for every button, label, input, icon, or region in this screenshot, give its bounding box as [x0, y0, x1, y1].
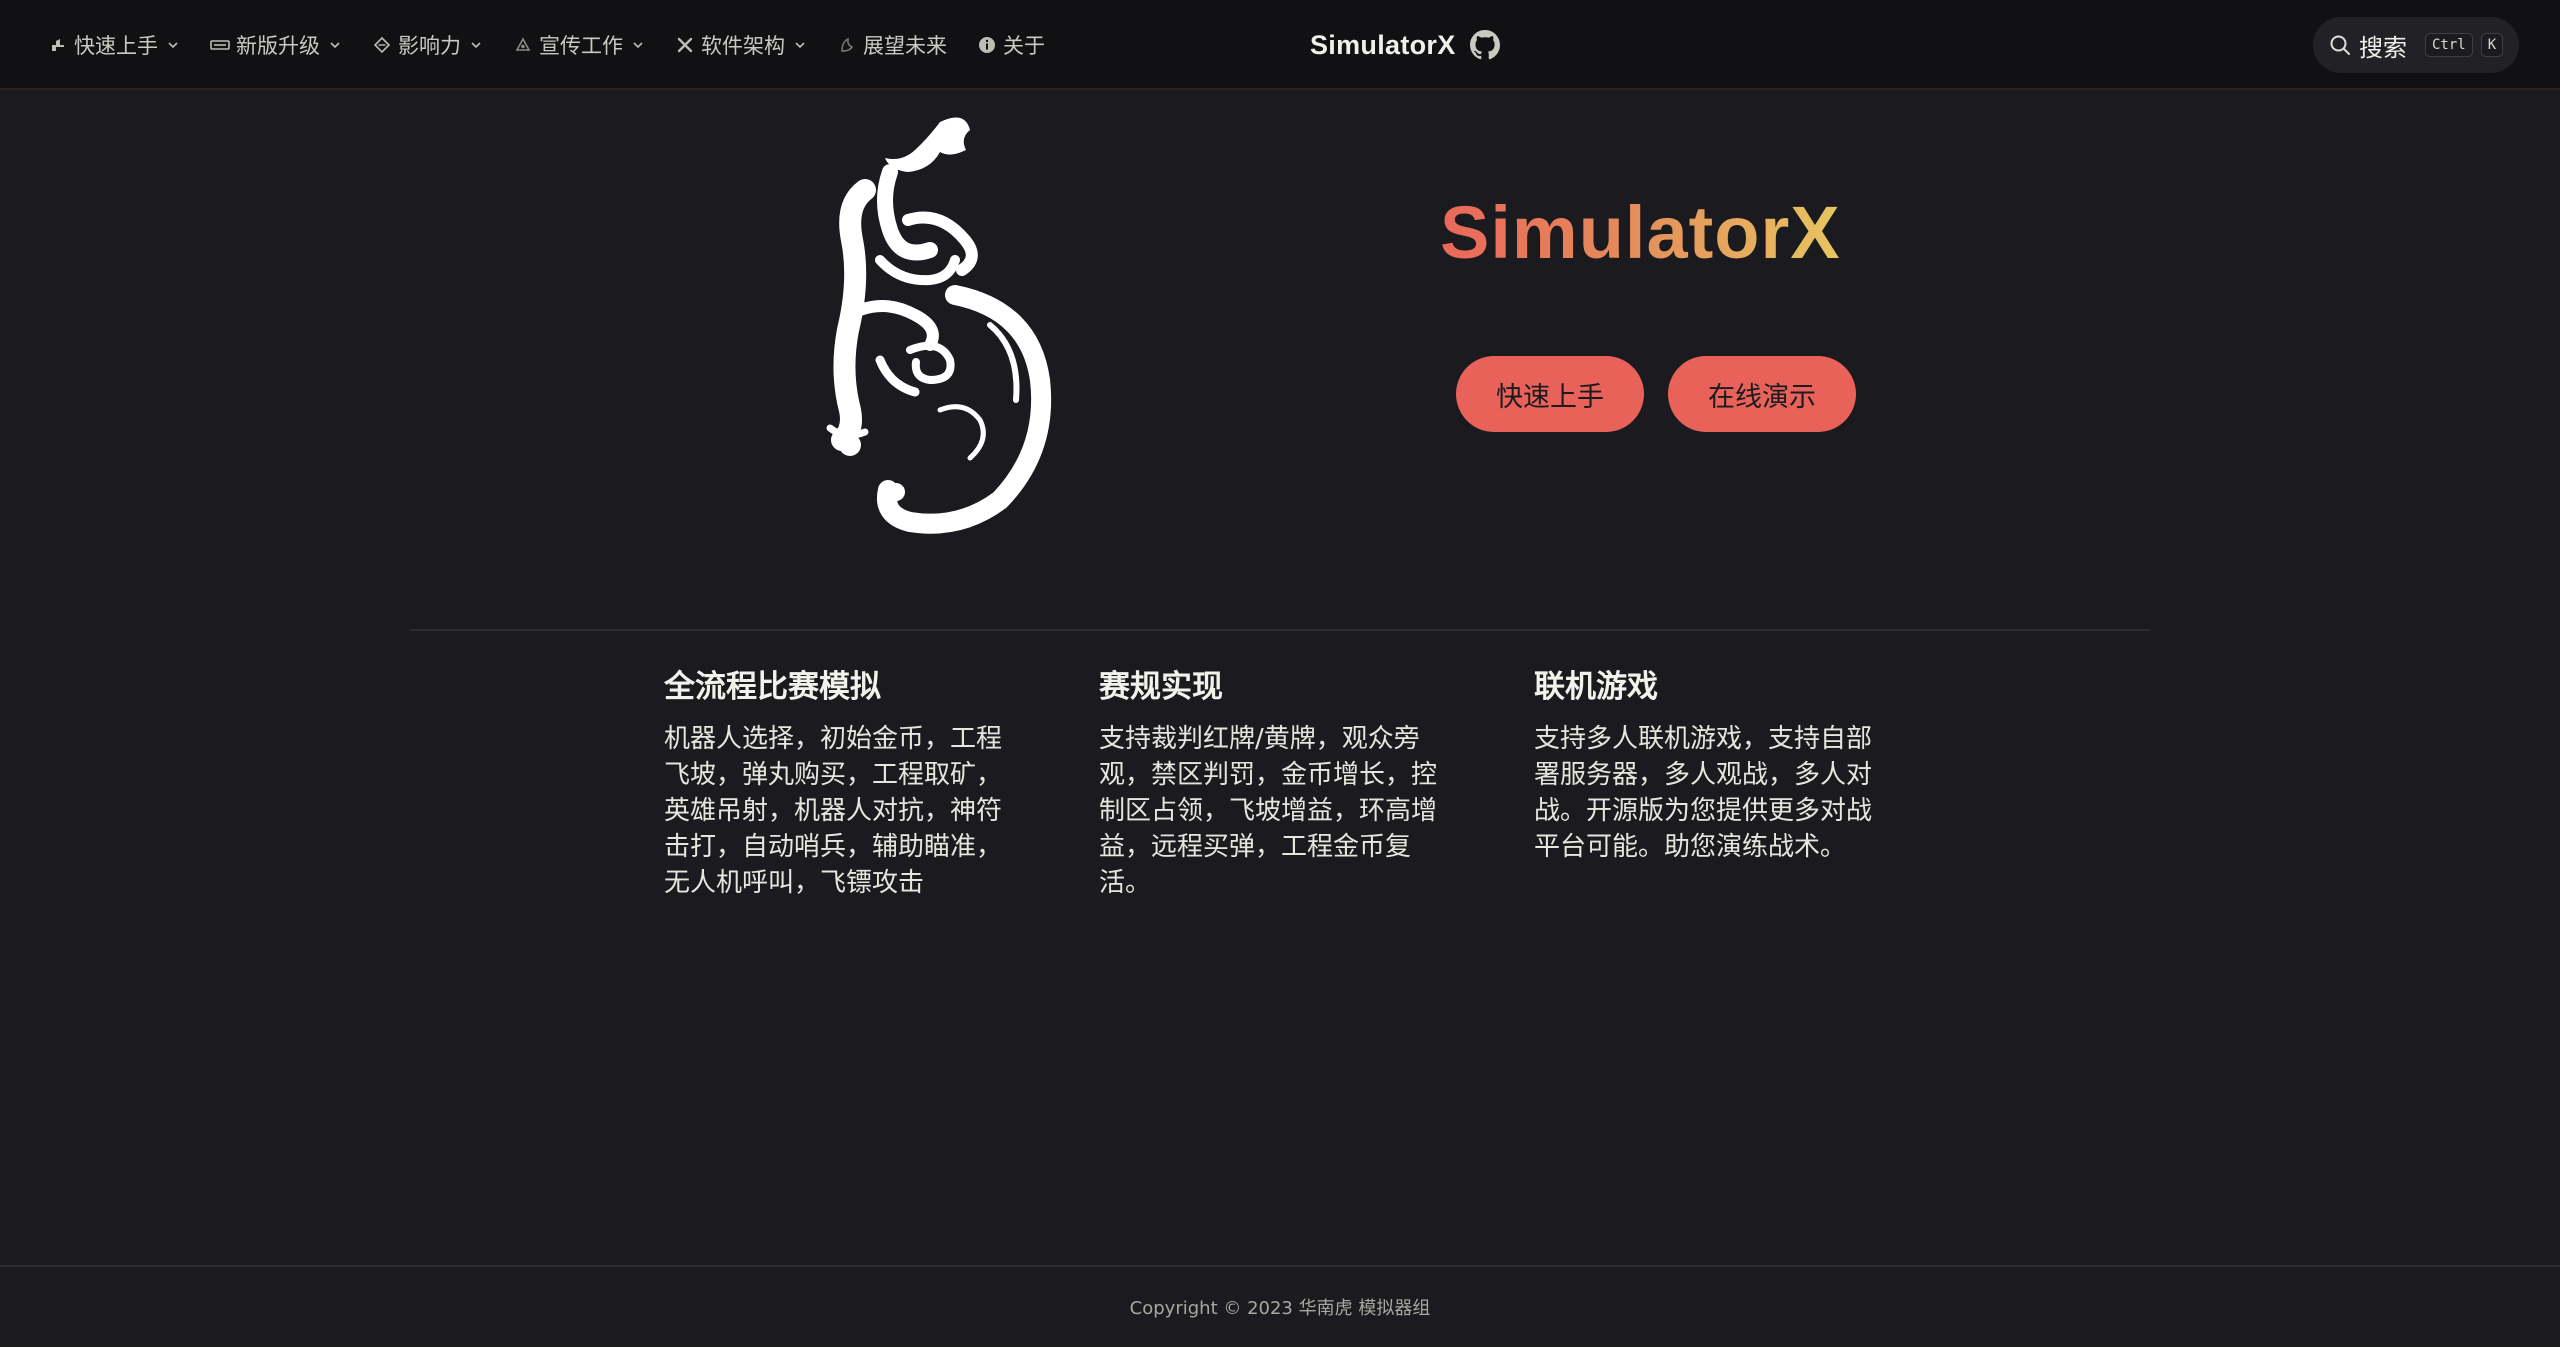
search-label: 搜索	[2359, 33, 2407, 62]
nav-item-label: 展望未来	[863, 34, 947, 58]
copyright-text: Copyright © 2023 华南虎 模拟器组	[1129, 1298, 1431, 1319]
brand-title[interactable]: SimulatorX	[1310, 30, 1456, 61]
nav-item-architecture[interactable]: 软件架构	[675, 30, 807, 60]
upgrade-icon	[210, 35, 230, 55]
feature-card: 赛规实现 支持裁判红牌/黄牌，观众旁观，禁区判罚，金币增长，控制区占领，飞坡增益…	[1099, 668, 1534, 901]
info-icon	[977, 35, 997, 55]
shortcut-key-ctrl: Ctrl	[2425, 33, 2473, 57]
nav-item-label: 软件架构	[701, 34, 785, 58]
nav-item-label: 影响力	[398, 34, 461, 58]
nav-item-promotion[interactable]: 宣传工作	[513, 30, 645, 60]
nav-item-label: 宣传工作	[539, 34, 623, 58]
feature-details: 机器人选择，初始金币，工程飞坡，弹丸购买，工程取矿，英雄吊射，机器人对抗，神符击…	[664, 723, 1003, 898]
nav-item-label: 新版升级	[236, 34, 320, 58]
feature-title: 赛规实现	[1099, 669, 1223, 705]
footer: Copyright © 2023 华南虎 模拟器组	[0, 1265, 2560, 1347]
nav-menu: 快速上手 新版升级 影响力 宣传工作 软件架构 展望未来 关于	[48, 0, 1045, 90]
feature-card: 全流程比赛模拟 机器人选择，初始金币，工程飞坡，弹丸购买，工程取矿，英雄吊射，机…	[664, 668, 1099, 901]
nav-item-future[interactable]: 展望未来	[837, 30, 947, 60]
section-divider	[410, 629, 2150, 631]
feature-card: 联机游戏 支持多人联机游戏，支持自部署服务器，多人观战，多人对战。开源版为您提供…	[1534, 668, 1969, 901]
feature-title: 全流程比赛模拟	[664, 669, 881, 705]
chevron-down-icon	[631, 38, 645, 52]
feature-details: 支持裁判红牌/黄牌，观众旁观，禁区判罚，金币增长，控制区占领，飞坡增益，环高增益…	[1099, 723, 1438, 898]
chevron-down-icon	[793, 38, 807, 52]
chevron-down-icon	[328, 38, 342, 52]
top-navbar: 快速上手 新版升级 影响力 宣传工作 软件架构 展望未来 关于 Simulato…	[0, 0, 2560, 90]
megaphone-icon	[513, 35, 533, 55]
nav-item-quick-start[interactable]: 快速上手	[48, 30, 180, 60]
tiger-calligraphy-logo	[790, 110, 1070, 550]
hero-actions: 快速上手 在线演示	[1456, 356, 1856, 432]
nav-item-upgrade[interactable]: 新版升级	[210, 30, 342, 60]
chevron-down-icon	[166, 38, 180, 52]
hero-title: SimulatorX	[1440, 191, 1841, 274]
features-section: 全流程比赛模拟 机器人选择，初始金币，工程飞坡，弹丸购买，工程取矿，英雄吊射，机…	[664, 668, 1969, 901]
nav-item-influence[interactable]: 影响力	[372, 30, 483, 60]
github-icon[interactable]	[1469, 30, 1500, 60]
nav-brand: SimulatorX	[1310, 0, 1500, 90]
online-demo-button[interactable]: 在线演示	[1668, 356, 1856, 432]
telescope-icon	[837, 35, 857, 55]
search-button[interactable]: 搜索 Ctrl K	[2313, 17, 2519, 73]
nav-item-about[interactable]: 关于	[977, 30, 1045, 60]
nav-item-label: 快速上手	[74, 34, 158, 58]
diamond-icon	[372, 35, 392, 55]
shortcut-key-k: K	[2480, 33, 2504, 57]
feature-title: 联机游戏	[1534, 669, 1658, 705]
rocket-icon	[48, 35, 68, 55]
chevron-down-icon	[469, 38, 483, 52]
search-icon	[2329, 34, 2351, 56]
feature-details: 支持多人联机游戏，支持自部署服务器，多人观战，多人对战。开源版为您提供更多对战平…	[1534, 723, 1873, 862]
tools-icon	[675, 35, 695, 55]
nav-item-label: 关于	[1003, 34, 1045, 58]
quick-start-button[interactable]: 快速上手	[1456, 356, 1644, 432]
